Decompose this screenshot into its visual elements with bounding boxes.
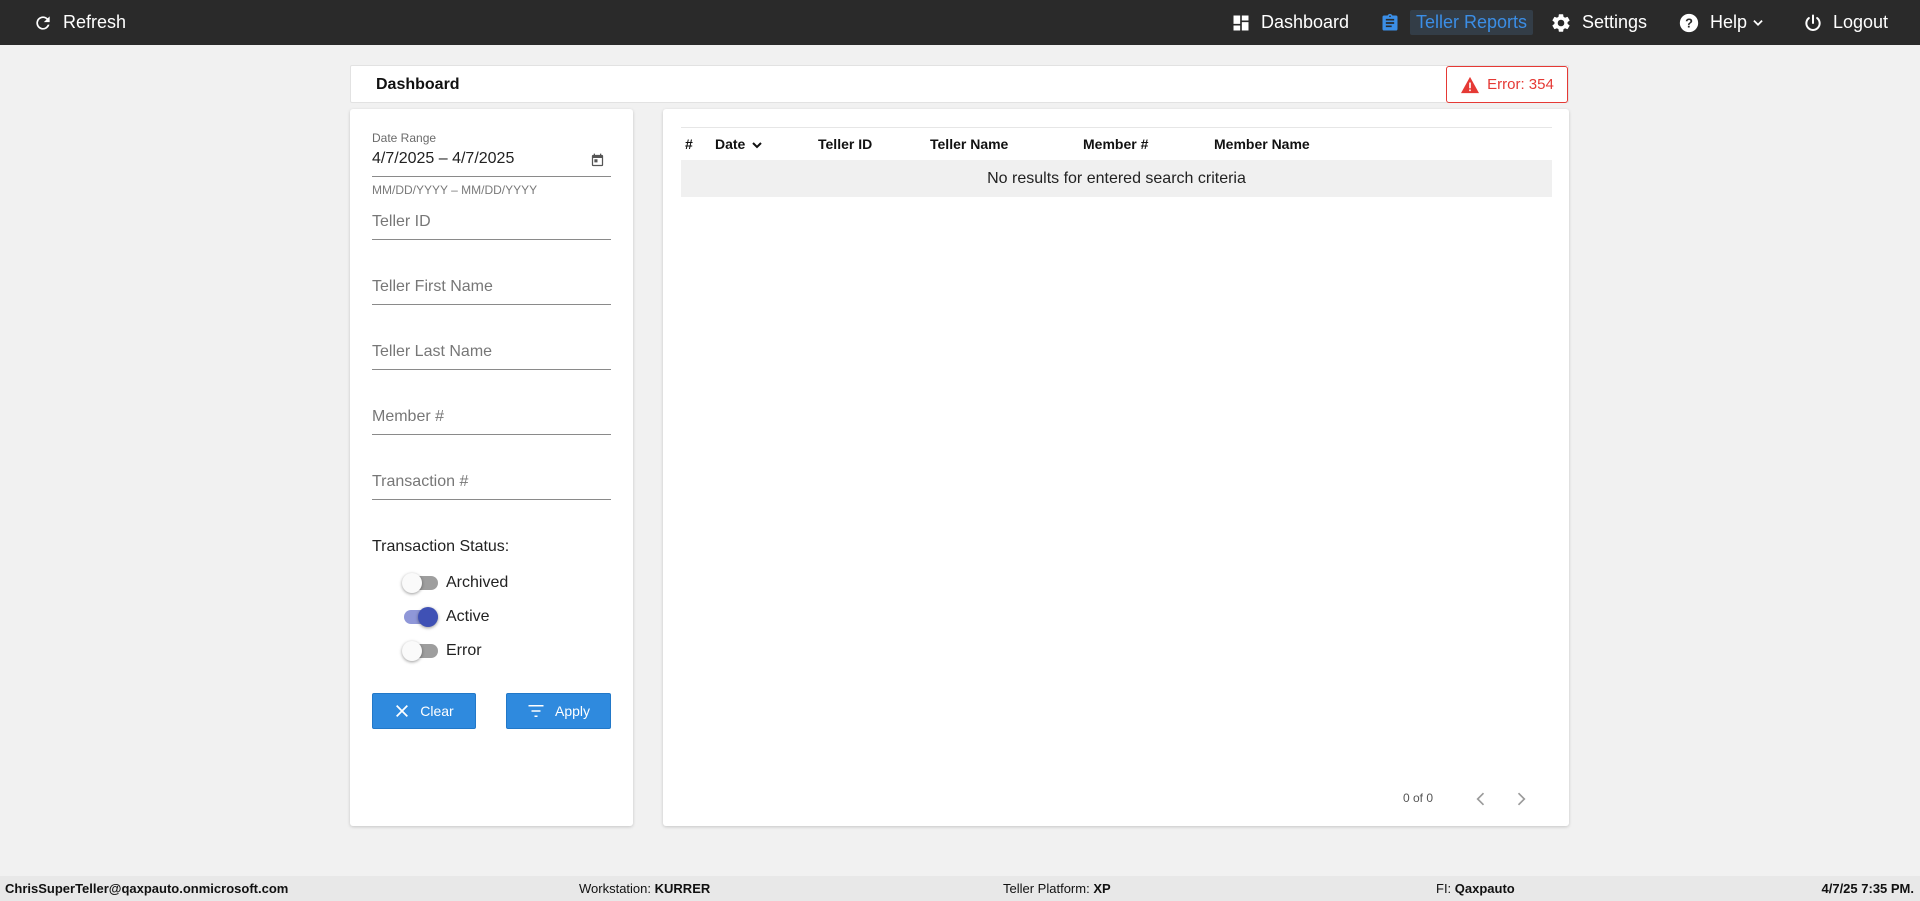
footer-platform: Teller Platform: XP xyxy=(1003,876,1111,901)
transaction-status-label: Transaction Status: xyxy=(372,538,510,555)
filter-icon xyxy=(528,705,544,717)
footer-user: ChrisSuperTeller@qaxpauto.onmicrosoft.co… xyxy=(5,876,288,901)
column-header-member-number[interactable]: Member # xyxy=(1083,128,1148,160)
footer-fi-value: Qaxpauto xyxy=(1454,881,1515,896)
power-icon xyxy=(1805,14,1821,31)
logout-label: Logout xyxy=(1833,12,1889,32)
footer-datetime-value: 4/7/25 7:35 PM. xyxy=(1821,881,1915,896)
next-page-icon[interactable] xyxy=(1511,789,1531,809)
teller-id-input[interactable] xyxy=(372,207,611,237)
column-header-member-name[interactable]: Member Name xyxy=(1214,128,1310,160)
teller-first-name-input[interactable] xyxy=(372,272,611,302)
transaction-number-field xyxy=(372,467,611,500)
refresh-icon xyxy=(36,15,50,30)
error-badge[interactable]: Error: 354 xyxy=(1446,66,1568,103)
column-header-date[interactable]: Date xyxy=(715,128,763,160)
dashboard-icon xyxy=(1233,15,1249,30)
archived-switch[interactable] xyxy=(402,572,438,594)
close-icon xyxy=(396,705,409,717)
column-header-number[interactable]: # xyxy=(685,128,693,160)
teller-last-name-input[interactable] xyxy=(372,337,611,367)
status-toggle-archived[interactable]: Archived xyxy=(402,572,508,594)
logout-button[interactable]: Logout xyxy=(1803,0,1888,45)
help-icon: ? xyxy=(1679,13,1699,32)
teller-last-name-field xyxy=(372,337,611,370)
results-panel: # Date Teller ID Teller Name Member # Me… xyxy=(663,109,1569,826)
footer-datetime: 4/7/25 7:35 PM. xyxy=(1822,876,1915,901)
clear-label: Clear xyxy=(420,703,454,719)
empty-results-message: No results for entered search criteria xyxy=(681,160,1552,197)
footer-workstation-label: Workstation: xyxy=(579,881,652,896)
chevron-down-icon xyxy=(1753,19,1763,26)
member-number-input[interactable] xyxy=(372,402,611,432)
nav-dashboard-label: Dashboard xyxy=(1261,12,1350,32)
active-label: Active xyxy=(446,608,490,625)
nav-teller-reports[interactable]: Teller Reports xyxy=(1380,0,1534,45)
error-switch[interactable] xyxy=(402,640,438,662)
clear-button[interactable]: Clear xyxy=(372,693,476,729)
column-header-teller-id[interactable]: Teller ID xyxy=(818,128,872,160)
clipboard-icon xyxy=(1382,13,1398,31)
apply-label: Apply xyxy=(554,703,591,719)
apply-button[interactable]: Apply xyxy=(506,693,611,729)
previous-page-icon[interactable] xyxy=(1471,789,1491,809)
error-badge-label: Error: 354 xyxy=(1487,76,1554,93)
date-range-label: Date Range xyxy=(372,131,437,145)
nav-help-label: Help xyxy=(1710,12,1748,32)
archived-label: Archived xyxy=(446,574,509,591)
top-navbar: Refresh Dashboard Teller Reports Setting… xyxy=(0,0,1920,45)
warning-icon xyxy=(1461,76,1480,93)
nav-help[interactable]: ? Help xyxy=(1678,0,1765,45)
dashboard-header: Dashboard xyxy=(350,65,1569,103)
table-header: # Date Teller ID Teller Name Member # Me… xyxy=(681,127,1552,161)
column-header-date-label: Date xyxy=(715,136,746,152)
footer-platform-label: Teller Platform: xyxy=(1003,881,1090,896)
nav-teller-reports-label: Teller Reports xyxy=(1410,10,1534,35)
footer-fi: FI: Qaxpauto xyxy=(1436,876,1515,901)
calendar-icon[interactable] xyxy=(590,153,605,168)
footer-fi-label: FI: xyxy=(1436,881,1452,896)
pagination-range: 0 of 0 xyxy=(1403,791,1434,805)
member-number-field xyxy=(372,402,611,435)
teller-first-name-field xyxy=(372,272,611,305)
footer-user-email: ChrisSuperTeller@qaxpauto.onmicrosoft.co… xyxy=(5,881,289,896)
date-range-input[interactable]: 4/7/2025 – 4/7/2025 xyxy=(372,150,514,168)
status-toggle-active[interactable]: Active xyxy=(402,606,490,628)
status-footer: ChrisSuperTeller@qaxpauto.onmicrosoft.co… xyxy=(0,876,1920,901)
svg-text:?: ? xyxy=(1685,15,1693,30)
nav-dashboard[interactable]: Dashboard xyxy=(1231,0,1349,45)
filter-panel: Date Range 4/7/2025 – 4/7/2025 MM/DD/YYY… xyxy=(350,109,633,826)
footer-platform-value: XP xyxy=(1093,881,1111,896)
nav-settings[interactable]: Settings xyxy=(1550,0,1647,45)
date-range-hint: MM/DD/YYYY – MM/DD/YYYY xyxy=(372,183,538,197)
error-label: Error xyxy=(446,642,482,659)
sort-chevron-down-icon xyxy=(752,142,762,149)
footer-workstation: Workstation: KURRER xyxy=(579,876,710,901)
teller-id-field xyxy=(372,207,611,240)
nav-settings-label: Settings xyxy=(1582,12,1648,32)
refresh-label: Refresh xyxy=(63,12,127,32)
transaction-number-input[interactable] xyxy=(372,467,611,497)
gear-icon xyxy=(1552,13,1570,32)
status-toggle-error[interactable]: Error xyxy=(402,640,482,662)
date-range-underline xyxy=(372,176,611,177)
page-title: Dashboard xyxy=(376,76,460,93)
refresh-button[interactable]: Refresh xyxy=(33,0,126,45)
footer-workstation-value: KURRER xyxy=(654,881,711,896)
active-switch[interactable] xyxy=(402,606,438,628)
column-header-teller-name[interactable]: Teller Name xyxy=(930,128,1008,160)
